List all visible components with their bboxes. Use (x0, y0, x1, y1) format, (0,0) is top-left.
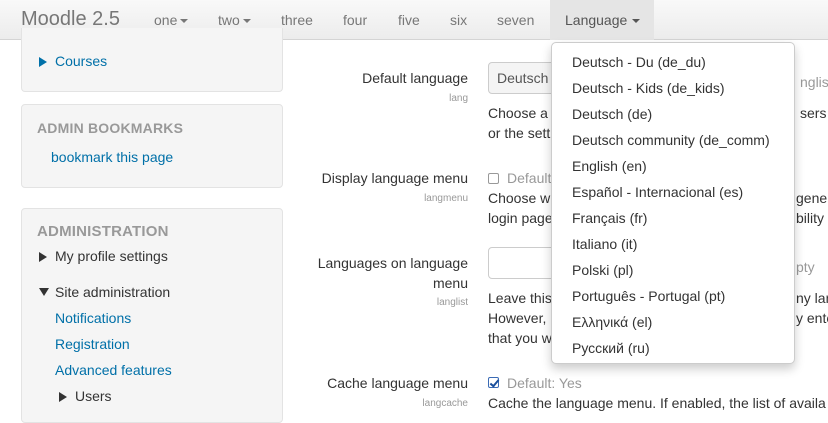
sidebar-item-users[interactable]: Users (59, 388, 112, 404)
language-option-de-comm[interactable]: Deutsch community (de_comm) (552, 127, 794, 153)
display-language-menu-desc-line2-end: bility t (796, 210, 828, 226)
cache-language-menu-checkbox[interactable] (488, 377, 499, 388)
language-option-de-du[interactable]: Deutsch - Du (de_du) (552, 49, 794, 75)
language-option-pt[interactable]: Português - Portugal (pt) (552, 283, 794, 309)
display-language-menu-default: Default (507, 170, 552, 186)
default-language-value: Deutsch (497, 70, 549, 86)
navigation-block: Courses (21, 28, 283, 92)
admin-bookmarks-block: ADMIN BOOKMARKS bookmark this page (21, 104, 283, 188)
language-option-ru[interactable]: Русский (ru) (552, 335, 794, 361)
default-language-hint: nglish (800, 74, 828, 90)
collapse-arrow-icon (39, 288, 49, 296)
default-language-label: Default language (362, 70, 468, 86)
display-language-menu-desc-line2: login page (488, 210, 553, 226)
cache-language-menu-desc: Cache the language menu. If enabled, the… (488, 395, 826, 411)
sidebar-item-courses[interactable]: Courses (39, 53, 107, 69)
sidebar-item-site-administration[interactable]: Site administration (39, 284, 170, 300)
language-menu-toggle[interactable]: Language (550, 0, 654, 40)
nav-item-five[interactable]: five (398, 12, 420, 28)
site-administration-label: Site administration (55, 284, 171, 300)
languages-on-menu-hint: pty (796, 259, 815, 275)
my-profile-label: My profile settings (55, 248, 168, 264)
language-option-es[interactable]: Español - Internacional (es) (552, 179, 794, 205)
sidebar-item-notifications[interactable]: Notifications (55, 310, 131, 326)
default-language-select[interactable]: Deutsch (488, 62, 558, 94)
sidebar-item-my-profile-settings[interactable]: My profile settings (39, 248, 168, 264)
display-language-menu-desc-line1-end: genera (796, 190, 828, 206)
default-language-setting-name: lang (449, 93, 468, 104)
language-option-de-kids[interactable]: Deutsch - Kids (de_kids) (552, 75, 794, 101)
default-language-desc-line1: Choose a (488, 105, 548, 121)
nav-item-label: one (154, 12, 178, 28)
languages-on-menu-desc-line2: However, (488, 310, 547, 326)
cache-language-menu-label: Cache language menu (327, 375, 468, 391)
languages-on-menu-setting-name: langlist (436, 297, 468, 308)
languages-on-menu-desc-line1: Leave this (488, 290, 552, 306)
nav-item-seven[interactable]: seven (497, 12, 534, 28)
language-option-de[interactable]: Deutsch (de) (552, 101, 794, 127)
sidebar-item-registration[interactable]: Registration (55, 336, 130, 352)
caret-down-icon (632, 19, 640, 23)
language-menu-label: Language (565, 12, 628, 28)
languages-on-menu-label: Languages on language (317, 255, 468, 271)
languages-on-menu-desc-line1-end: ny lan (796, 290, 828, 306)
language-option-fr[interactable]: Français (fr) (552, 205, 794, 231)
languages-on-menu-input[interactable] (488, 247, 558, 279)
nav-item-six[interactable]: six (450, 12, 467, 28)
caret-down-icon (180, 19, 189, 24)
sidebar-item-advanced-features[interactable]: Advanced features (55, 362, 172, 378)
language-option-it[interactable]: Italiano (it) (552, 231, 794, 257)
admin-bookmarks-title: ADMIN BOOKMARKS (37, 120, 184, 136)
courses-label: Courses (55, 53, 108, 69)
administration-title: ADMINISTRATION (37, 223, 169, 240)
languages-on-menu-label-line2: menu (432, 275, 468, 291)
language-option-en[interactable]: English (en) (552, 153, 794, 179)
nav-item-one[interactable]: one (154, 12, 189, 28)
nav-item-three[interactable]: three (281, 12, 313, 28)
nav-item-four[interactable]: four (343, 12, 367, 28)
display-language-menu-label: Display language menu (321, 170, 468, 186)
users-label: Users (75, 388, 112, 404)
display-language-menu-setting-name: langmenu (424, 193, 468, 204)
language-dropdown-menu: Deutsch - Du (de_du) Deutsch - Kids (de_… (551, 42, 795, 364)
display-language-menu-desc-line1: Choose w (488, 190, 551, 206)
languages-on-menu-desc-line2-end: y ente (796, 310, 828, 326)
expand-arrow-icon (39, 252, 47, 262)
expand-arrow-icon (39, 57, 47, 67)
expand-arrow-icon (59, 392, 67, 402)
language-option-pl[interactable]: Polski (pl) (552, 257, 794, 283)
nav-item-two[interactable]: two (218, 12, 251, 28)
default-language-desc-line2: or the sett (488, 125, 551, 141)
display-language-menu-checkbox[interactable] (488, 173, 499, 184)
default-language-desc-line1-end: sers c (800, 105, 828, 121)
cache-language-menu-default: Default: Yes (507, 375, 582, 391)
caret-down-icon (242, 19, 251, 24)
cache-language-menu-setting-name: langcache (422, 398, 468, 409)
bookmark-this-page-link[interactable]: bookmark this page (51, 149, 173, 165)
languages-on-menu-desc-line3: that you w (488, 330, 552, 346)
administration-block: ADMINISTRATION My profile settings Site … (21, 208, 283, 423)
nav-item-label: two (218, 12, 240, 28)
language-option-el[interactable]: Ελληνικά (el) (552, 309, 794, 335)
